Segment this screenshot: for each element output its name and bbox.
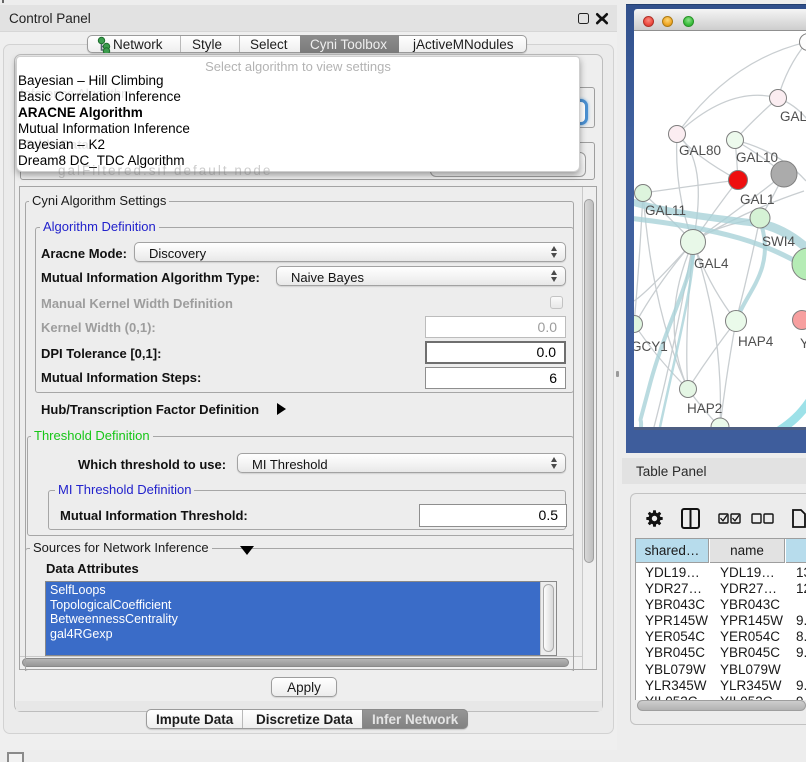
svg-text:GAL2: GAL2 bbox=[780, 109, 806, 124]
svg-text:GAL4: GAL4 bbox=[694, 256, 729, 271]
svg-text:GAL80: GAL80 bbox=[679, 143, 721, 158]
svg-text:GAL11: GAL11 bbox=[645, 203, 686, 218]
svg-text:HAP4: HAP4 bbox=[738, 334, 774, 349]
svg-text:Y: Y bbox=[800, 336, 806, 351]
svg-text:SWI4: SWI4 bbox=[762, 234, 795, 249]
svg-text:GAL1: GAL1 bbox=[740, 192, 775, 207]
svg-text:GCY1: GCY1 bbox=[634, 339, 668, 354]
svg-text:HAP2: HAP2 bbox=[687, 401, 722, 416]
svg-text:GAL10: GAL10 bbox=[736, 150, 778, 165]
